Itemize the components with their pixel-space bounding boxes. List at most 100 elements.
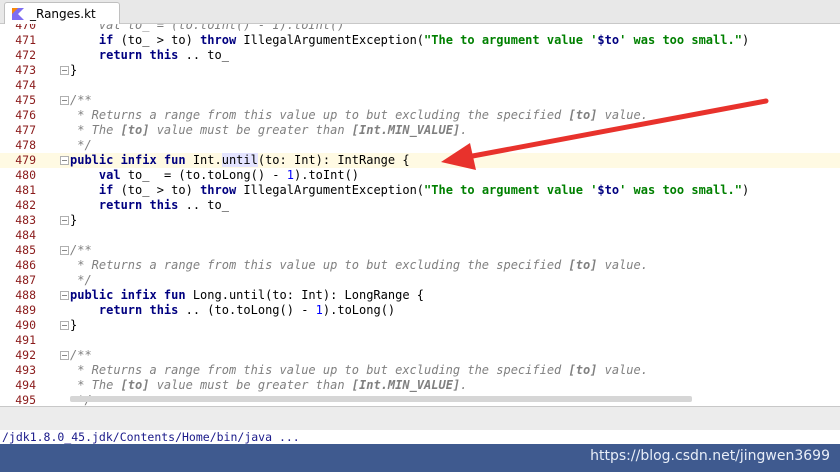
- code-line[interactable]: 490}: [0, 318, 840, 333]
- code-line[interactable]: 478 */: [0, 138, 840, 153]
- code-token: Int.: [185, 153, 222, 167]
- tool-window-header: [0, 406, 840, 430]
- code-line[interactable]: 475 /**: [0, 93, 840, 108]
- code-text: * Returns a range from this value up to …: [70, 363, 648, 378]
- code-token: /**: [70, 348, 92, 362]
- line-number: 495: [15, 393, 36, 406]
- code-line[interactable]: 484: [0, 228, 840, 243]
- code-line[interactable]: 493 * Returns a range from this value up…: [0, 363, 840, 378]
- code-line[interactable]: 473}: [0, 63, 840, 78]
- code-token: 1: [315, 303, 323, 317]
- run-command-text: /jdk1.8.0_45.jdk/Contents/Home/bin/java …: [2, 430, 300, 444]
- code-token: ' was too small.": [619, 183, 742, 197]
- code-token: return this: [98, 48, 179, 62]
- code-line[interactable]: 488 public infix fun Long.until(to: Int):…: [0, 288, 840, 303]
- code-token: ).toLong(): [322, 303, 396, 317]
- code-token: .: [460, 123, 468, 137]
- code-line[interactable]: 472 return this .. to_: [0, 48, 840, 63]
- code-token: IllegalArgumentException(: [236, 183, 425, 197]
- fold-marker-icon[interactable]: [60, 216, 69, 225]
- tab-ranges-kt[interactable]: _Ranges.kt: [4, 2, 120, 24]
- line-number: 486: [15, 258, 36, 272]
- code-line[interactable]: 480 val to_ = (to.toLong() - 1).toInt(): [0, 168, 840, 183]
- code-line[interactable]: 481 if (to_ > to) throw IllegalArgumentE…: [0, 183, 840, 198]
- line-number: 481: [15, 183, 36, 197]
- code-text: public infix fun Int.until(to: Int): Int…: [70, 153, 410, 168]
- status-bar: https://blog.csdn.net/jingwen3699: [0, 444, 840, 472]
- line-number: 480: [15, 168, 36, 182]
- code-line[interactable]: 483}: [0, 213, 840, 228]
- line-number: 490: [15, 318, 36, 332]
- code-editor[interactable]: 470 val to_ = (to.toInt() - 1).toInt() 47…: [0, 24, 840, 406]
- line-number: 483: [15, 213, 36, 227]
- code-token: throw: [200, 33, 237, 47]
- code-token: if: [98, 33, 114, 47]
- code-text: * The [to] value must be greater than [I…: [70, 378, 467, 393]
- code-line[interactable]: 487 */: [0, 273, 840, 288]
- line-number: 493: [15, 363, 36, 377]
- tab-label: _Ranges.kt: [30, 6, 96, 21]
- kotlin-file-icon: [11, 7, 25, 21]
- code-token: ).toInt(): [294, 168, 360, 182]
- code-token: * Returns a range from this value up to …: [70, 258, 569, 272]
- code-line[interactable]: 491: [0, 333, 840, 348]
- code-line[interactable]: 482 return this .. to_: [0, 198, 840, 213]
- line-number: 479: [15, 153, 36, 167]
- fold-marker-icon[interactable]: [60, 96, 69, 105]
- code-line[interactable]: 479 public infix fun Int.until(to: Int): …: [0, 153, 840, 168]
- code-line[interactable]: 485 /**: [0, 243, 840, 258]
- code-token: * Returns a range from this value up to …: [70, 108, 569, 122]
- code-token: [Int.MIN_VALUE]: [351, 123, 461, 137]
- fold-marker-icon[interactable]: [60, 321, 69, 330]
- code-line[interactable]: 492 /**: [0, 348, 840, 363]
- fold-marker-icon[interactable]: [60, 156, 69, 165]
- code-text: public infix fun Long.until(to: Int): Lo…: [70, 288, 424, 303]
- line-number: 489: [15, 303, 36, 317]
- fold-marker-icon[interactable]: [60, 291, 69, 300]
- code-token: return this: [98, 198, 179, 212]
- code-token: 1: [286, 168, 294, 182]
- code-line[interactable]: 474: [0, 78, 840, 93]
- fold-marker-icon[interactable]: [60, 66, 69, 75]
- code-line[interactable]: 476 * Returns a range from this value up…: [0, 108, 840, 123]
- code-token: * The: [70, 378, 121, 392]
- horizontal-scrollbar[interactable]: [70, 396, 692, 402]
- code-token: value.: [597, 108, 648, 122]
- code-token: public infix fun: [70, 153, 186, 167]
- code-text: /**: [70, 348, 92, 363]
- code-token: (to_ > to): [113, 183, 201, 197]
- code-text: val to_ = (to.toInt() - 1).toInt(): [70, 24, 345, 33]
- code-token: /**: [70, 243, 92, 257]
- fold-marker-icon[interactable]: [60, 246, 69, 255]
- code-token: .. to_: [178, 48, 229, 62]
- code-token: */: [70, 138, 92, 152]
- code-token: ): [741, 33, 750, 47]
- code-token: .. to_: [178, 198, 229, 212]
- code-token: ' was too small.": [619, 33, 742, 47]
- code-text: }: [70, 318, 77, 333]
- code-token: [to]: [568, 363, 598, 377]
- code-line[interactable]: 494 * The [to] value must be greater tha…: [0, 378, 840, 393]
- fold-marker-icon[interactable]: [60, 351, 69, 360]
- code-text: */: [70, 138, 92, 153]
- code-token: value.: [597, 363, 648, 377]
- line-number: 484: [15, 228, 36, 242]
- code-token: until: [221, 153, 258, 167]
- code-text: * The [to] value must be greater than [I…: [70, 123, 467, 138]
- code-line[interactable]: 489 return this .. (to.toLong() - 1).toL…: [0, 303, 840, 318]
- code-token: /**: [70, 93, 92, 107]
- line-number: 475: [15, 93, 36, 107]
- code-line[interactable]: 470 val to_ = (to.toInt() - 1).toInt(): [0, 24, 840, 33]
- code-token: */: [70, 273, 92, 287]
- code-text: }: [70, 213, 77, 228]
- code-line[interactable]: 486 * Returns a range from this value up…: [0, 258, 840, 273]
- code-token: [Int.MIN_VALUE]: [351, 378, 461, 392]
- line-number: 470: [15, 24, 36, 32]
- code-text: * Returns a range from this value up to …: [70, 108, 648, 123]
- code-text: if (to_ > to) throw IllegalArgumentExcep…: [70, 183, 749, 198]
- code-token: * Returns a range from this value up to …: [70, 363, 569, 377]
- code-line[interactable]: 471 if (to_ > to) throw IllegalArgumentE…: [0, 33, 840, 48]
- code-line[interactable]: 477 * The [to] value must be greater tha…: [0, 123, 840, 138]
